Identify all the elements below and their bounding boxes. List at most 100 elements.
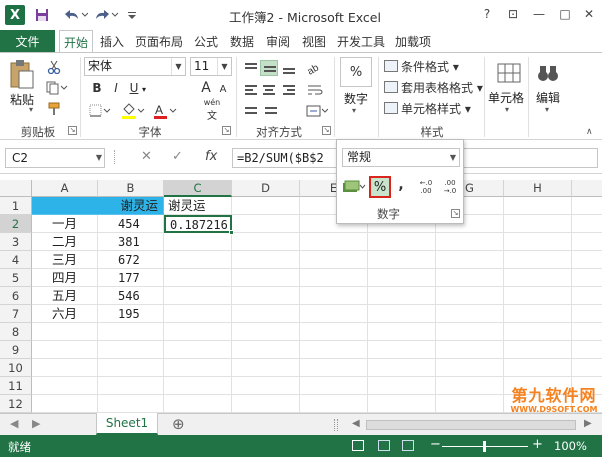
- font-dialog-launcher[interactable]: ↘: [222, 126, 231, 135]
- clipboard-dialog-launcher[interactable]: ↘: [68, 126, 77, 135]
- cell-b3[interactable]: 381: [98, 233, 164, 251]
- tab-data[interactable]: 数据: [226, 30, 258, 52]
- cell-b7[interactable]: 195: [98, 305, 164, 323]
- cell-a7[interactable]: 六月: [32, 305, 98, 323]
- increase-font-button[interactable]: A: [198, 79, 214, 97]
- cell-c1[interactable]: 谢灵运: [164, 197, 232, 215]
- cell-b2[interactable]: 454: [98, 215, 164, 233]
- cell-b4[interactable]: 672: [98, 251, 164, 269]
- row-header-8[interactable]: 8: [0, 323, 32, 341]
- row-header-4[interactable]: 4: [0, 251, 32, 269]
- redo-button[interactable]: [92, 5, 120, 25]
- font-name-combo[interactable]: 宋体 ▼: [84, 57, 186, 76]
- italic-button[interactable]: I: [109, 79, 123, 97]
- underline-button[interactable]: U: [127, 79, 141, 97]
- column-header-c[interactable]: C: [164, 180, 232, 197]
- decrease-font-button[interactable]: A: [216, 81, 230, 97]
- cell-b6[interactable]: 546: [98, 287, 164, 305]
- cell-a3[interactable]: 二月: [32, 233, 98, 251]
- number-dialog-launcher[interactable]: ↘: [451, 209, 460, 218]
- zoom-level[interactable]: 100%: [554, 439, 587, 453]
- zoom-out-button[interactable]: −: [430, 437, 441, 452]
- format-as-table-button[interactable]: 套用表格格式 ▾: [384, 77, 483, 97]
- tab-insert[interactable]: 插入: [96, 30, 128, 52]
- orientation-button[interactable]: ab: [304, 59, 326, 77]
- chevron-down-icon[interactable]: ▼: [171, 58, 185, 75]
- sheet-tab-sheet1[interactable]: Sheet1: [96, 413, 158, 435]
- minimize-button[interactable]: —: [526, 3, 552, 25]
- phonetic-button[interactable]: wén 文: [196, 98, 228, 122]
- excel-app-icon[interactable]: X: [5, 5, 25, 25]
- maximize-button[interactable]: □: [552, 3, 578, 25]
- customize-qat-button[interactable]: [124, 5, 140, 25]
- paste-dropdown-arrow[interactable]: ▾: [29, 105, 33, 114]
- font-size-combo[interactable]: 11 ▼: [190, 57, 232, 76]
- borders-button[interactable]: [88, 102, 112, 120]
- align-bottom-button[interactable]: [280, 60, 298, 76]
- row-header-6[interactable]: 6: [0, 287, 32, 305]
- row-header-7[interactable]: 7: [0, 305, 32, 323]
- column-header-d[interactable]: D: [232, 180, 300, 197]
- horizontal-scrollbar[interactable]: [366, 420, 576, 430]
- cell-a6[interactable]: 五月: [32, 287, 98, 305]
- tab-developer[interactable]: 开发工具: [334, 30, 388, 52]
- cell-a2[interactable]: 一月: [32, 215, 98, 233]
- percent-style-button[interactable]: %: [369, 176, 391, 198]
- cell-a5[interactable]: 四月: [32, 269, 98, 287]
- conditional-formatting-button[interactable]: 条件格式 ▾: [384, 56, 459, 76]
- tab-file[interactable]: 文件: [0, 30, 55, 52]
- decrease-decimal-button[interactable]: .00 →.0: [439, 178, 461, 196]
- column-header-h[interactable]: H: [504, 180, 572, 197]
- cell-b1[interactable]: 谢灵运: [98, 197, 164, 215]
- formula-bar-grip[interactable]: [114, 150, 116, 164]
- select-all-corner[interactable]: [0, 180, 32, 197]
- normal-view-button[interactable]: [352, 440, 364, 451]
- tab-page-layout[interactable]: 页面布局: [132, 30, 186, 52]
- insert-function-button[interactable]: fx: [205, 149, 217, 164]
- page-layout-view-button[interactable]: [378, 440, 390, 451]
- confirm-entry-button[interactable]: ✓: [172, 149, 183, 164]
- cancel-entry-button[interactable]: ✕: [141, 149, 152, 164]
- alignment-dialog-launcher[interactable]: ↘: [322, 126, 331, 135]
- increase-indent-button[interactable]: [262, 103, 280, 119]
- cell-styles-button[interactable]: 单元格样式 ▾: [384, 98, 471, 118]
- align-middle-button[interactable]: [260, 60, 278, 76]
- row-header-2[interactable]: 2: [0, 215, 32, 233]
- cells-button[interactable]: [494, 59, 524, 87]
- help-button[interactable]: ?: [474, 3, 500, 25]
- number-format-gallery-button[interactable]: %: [340, 57, 372, 87]
- row-header-10[interactable]: 10: [0, 359, 32, 377]
- merge-center-button[interactable]: [304, 102, 330, 120]
- ribbon-display-options-button[interactable]: ⊡: [500, 3, 526, 25]
- cut-button[interactable]: [44, 58, 64, 76]
- tab-review[interactable]: 审阅: [262, 30, 294, 52]
- new-sheet-button[interactable]: ⊕: [172, 415, 185, 433]
- chevron-down-icon[interactable]: ▾: [545, 105, 549, 114]
- editing-button[interactable]: [534, 59, 562, 87]
- wrap-text-button[interactable]: [304, 81, 326, 99]
- fill-handle[interactable]: [229, 230, 234, 235]
- scroll-sheets-left-icon[interactable]: ◀: [10, 417, 18, 430]
- scroll-left-icon[interactable]: ◀: [352, 418, 360, 429]
- paste-button[interactable]: [6, 57, 38, 93]
- fill-color-button[interactable]: [120, 102, 146, 120]
- increase-decimal-button[interactable]: ←.0 .00: [415, 178, 437, 196]
- tab-addins[interactable]: 加载项: [391, 30, 435, 52]
- font-color-button[interactable]: A: [152, 102, 178, 120]
- scroll-right-icon[interactable]: ▶: [584, 418, 592, 429]
- row-header-9[interactable]: 9: [0, 341, 32, 359]
- tab-home[interactable]: 开始: [59, 30, 93, 53]
- tab-view[interactable]: 视图: [298, 30, 330, 52]
- close-button[interactable]: ✕: [576, 3, 602, 25]
- cell-b5[interactable]: 177: [98, 269, 164, 287]
- accounting-format-button[interactable]: [341, 178, 367, 196]
- column-header-a[interactable]: A: [32, 180, 98, 197]
- decrease-indent-button[interactable]: [242, 103, 260, 119]
- underline-dropdown-arrow[interactable]: ▾: [142, 85, 146, 94]
- undo-button[interactable]: [60, 5, 90, 25]
- row-header-5[interactable]: 5: [0, 269, 32, 287]
- scroll-sheets-right-icon[interactable]: ▶: [32, 417, 40, 430]
- format-painter-button[interactable]: [44, 100, 64, 118]
- copy-button[interactable]: [44, 79, 70, 97]
- number-format-combo[interactable]: 常规 ▼: [342, 148, 460, 167]
